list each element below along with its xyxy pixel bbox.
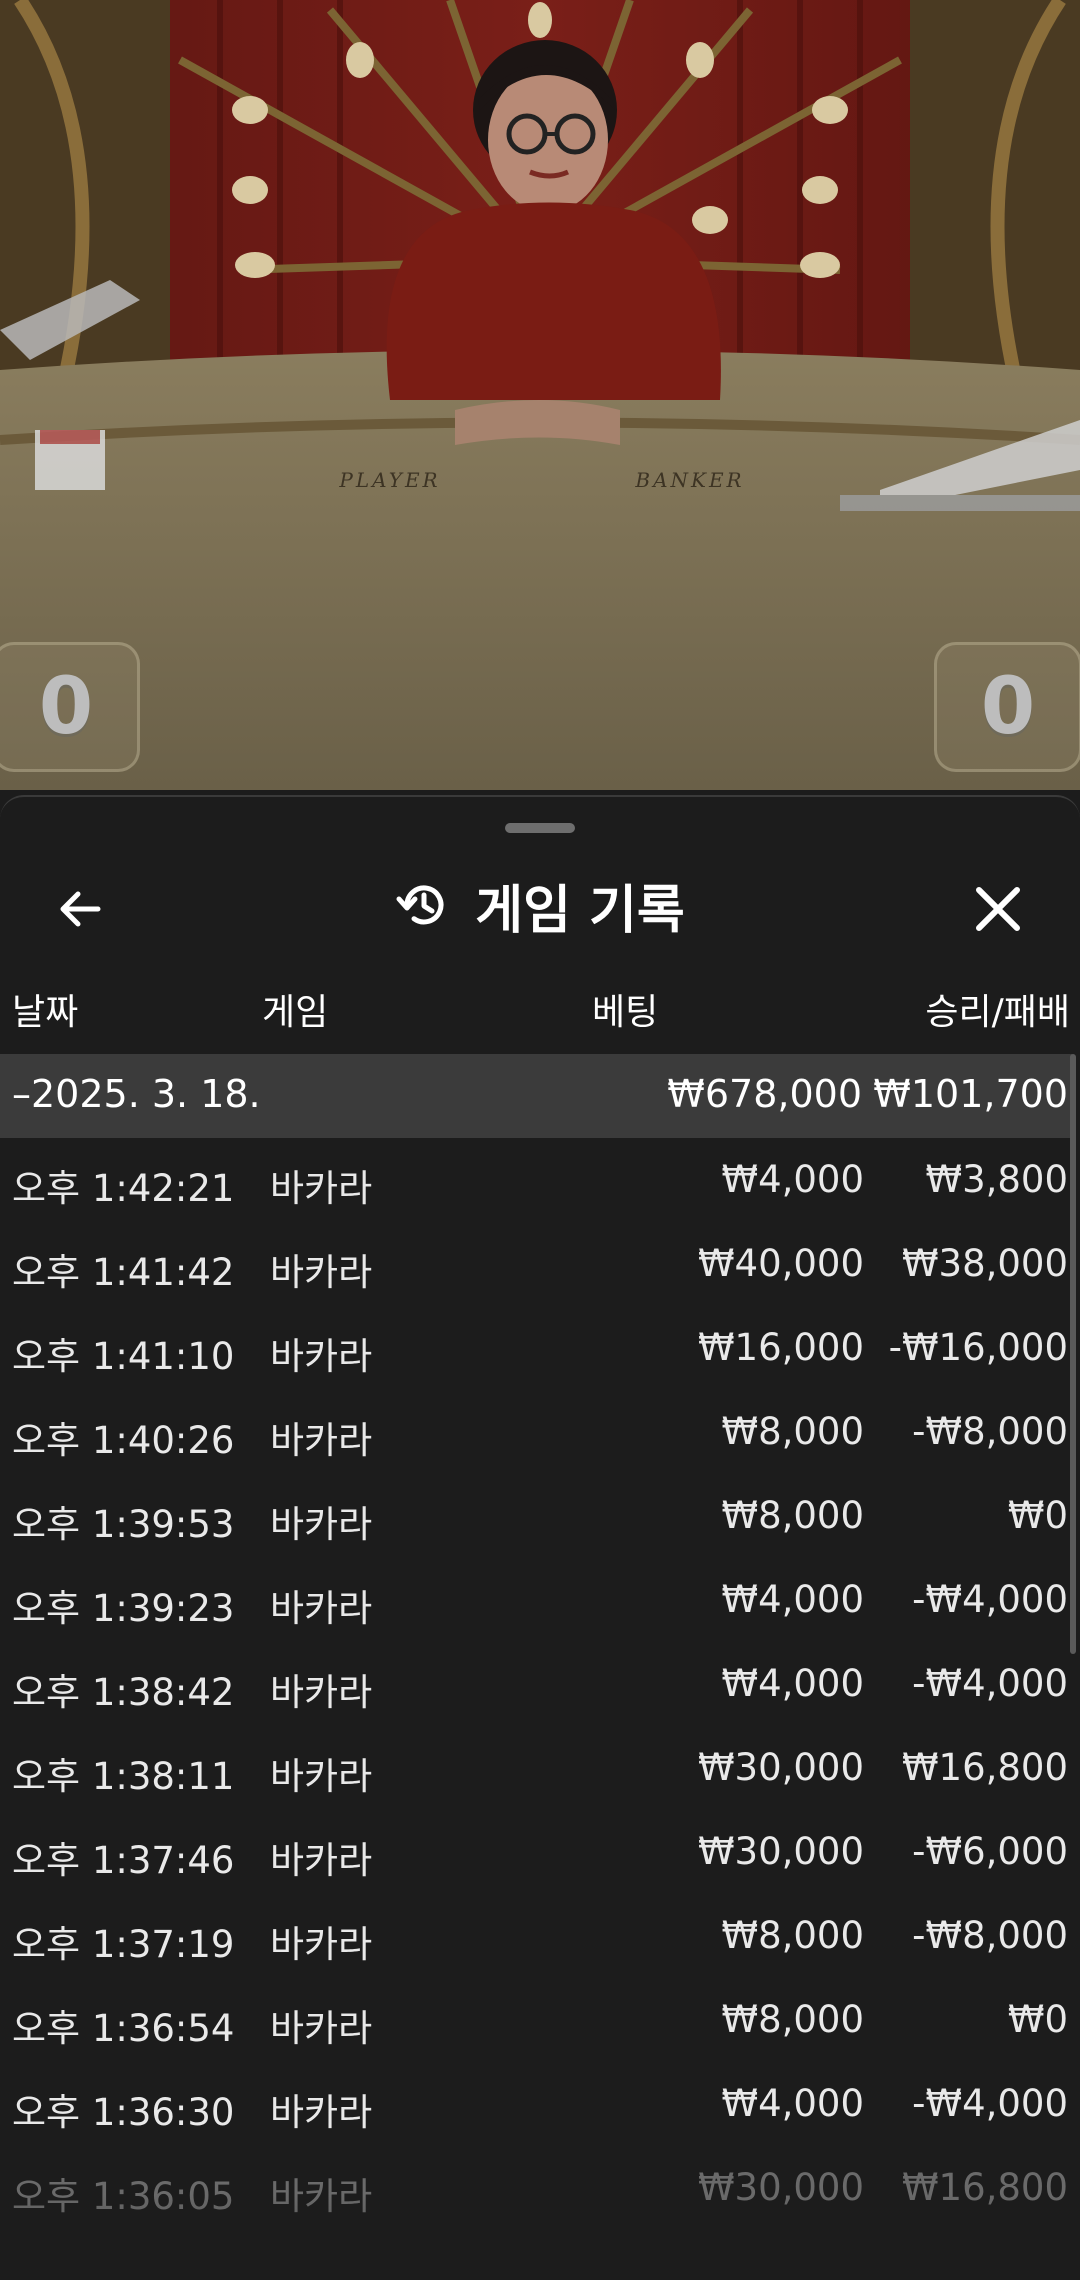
row-game: 바카라 [270,1923,373,1966]
close-icon [976,887,1020,931]
row-time: 오후 1:38:42 [12,1671,235,1714]
row-time: 오후 1:37:19 [12,1923,235,1966]
arrow-left-icon [60,891,101,927]
table-row[interactable]: 오후 1:36:54 바카라 ₩8,000 ₩0 [0,1978,1072,2062]
title-group: 게임 기록 [0,847,1080,957]
row-game: 바카라 [270,1503,373,1546]
row-bet: ₩8,000 [721,1914,864,1957]
table-row[interactable]: 오후 1:40:26 바카라 ₩8,000 -₩8,000 [0,1390,1072,1474]
sheet-header: 게임 기록 [0,847,1080,957]
scrollbar[interactable] [1070,1054,1076,1654]
row-time: 오후 1:42:21 [12,1167,235,1210]
sheet-title: 게임 기록 [475,880,685,941]
row-win-loss: -₩4,000 [912,1578,1068,1621]
row-time: 오후 1:39:23 [12,1587,235,1630]
row-win-loss: ₩0 [1007,1998,1068,2041]
table-row[interactable]: 오후 1:38:11 바카라 ₩30,000 ₩16,800 [0,1726,1072,1810]
group-date: –2025. 3. 18. [12,1072,261,1116]
row-time: 오후 1:36:30 [12,2091,235,2134]
table-row[interactable]: 오후 1:39:53 바카라 ₩8,000 ₩0 [0,1474,1072,1558]
row-game: 바카라 [270,1419,373,1462]
row-bet: ₩30,000 [697,1830,864,1873]
row-time: 오후 1:41:42 [12,1251,235,1294]
row-bet: ₩4,000 [721,2082,864,2125]
table-row[interactable]: 오후 1:37:46 바카라 ₩30,000 -₩6,000 [0,1810,1072,1894]
table-row[interactable]: 오후 1:42:21 바카라 ₩4,000 ₩3,800 [0,1138,1072,1222]
row-time: 오후 1:39:53 [12,1503,235,1546]
banker-area-label: BANKER [634,468,744,492]
player-score: 0 [0,642,140,772]
table-row[interactable]: 오후 1:41:10 바카라 ₩16,000 -₩16,000 [0,1306,1072,1390]
row-win-loss: -₩8,000 [912,1410,1068,1453]
close-button[interactable] [958,869,1038,949]
row-game: 바카라 [270,1251,373,1294]
row-bet: ₩8,000 [721,1410,864,1453]
row-game: 바카라 [270,1839,373,1882]
live-video-feed: PLAYER BANKER 0 0 [0,0,1080,790]
column-header-game: 게임 [262,992,329,1033]
row-win-loss: -₩16,000 [888,1326,1068,1369]
row-game: 바카라 [270,2091,373,2134]
row-win-loss: -₩4,000 [912,2082,1068,2125]
row-game: 바카라 [270,1335,373,1378]
history-table[interactable]: –2025. 3. 18. ₩678,000 ₩101,700 오후 1:42:… [0,1054,1080,2280]
column-header-win-loss: 승리/패배 [925,992,1070,1033]
row-game: 바카라 [270,1587,373,1630]
row-bet: ₩4,000 [721,1158,864,1201]
column-header-bet: 베팅 [592,992,659,1033]
row-bet: ₩4,000 [721,1578,864,1621]
row-bet: ₩40,000 [697,1242,864,1285]
table-row[interactable]: 오후 1:37:19 바카라 ₩8,000 -₩8,000 [0,1894,1072,1978]
row-game: 바카라 [270,1755,373,1798]
row-bet: ₩8,000 [721,1998,864,2041]
row-game: 바카라 [270,1671,373,1714]
row-time: 오후 1:38:11 [12,1755,235,1798]
group-total-win-loss: ₩101,700 [873,1072,1068,1116]
row-time: 오후 1:37:46 [12,1839,235,1882]
row-win-loss: ₩38,000 [901,1242,1068,1285]
group-total-bet: ₩678,000 [667,1072,862,1116]
drag-handle[interactable] [505,823,575,833]
player-area-label: PLAYER [338,468,440,492]
row-bet: ₩16,000 [697,1326,864,1369]
row-win-loss: ₩3,800 [925,1158,1068,1201]
row-time: 오후 1:40:26 [12,1419,235,1462]
row-win-loss: ₩0 [1007,1494,1068,1537]
row-game: 바카라 [270,2007,373,2050]
back-button[interactable] [40,869,120,949]
table-row[interactable]: 오후 1:36:30 바카라 ₩4,000 -₩4,000 [0,2062,1072,2146]
row-win-loss: -₩8,000 [912,1914,1068,1957]
row-win-loss: ₩16,800 [901,1746,1068,1789]
row-bet: ₩4,000 [721,1662,864,1705]
row-game: 바카라 [270,1167,373,1210]
row-bet: ₩8,000 [721,1494,864,1537]
row-time: 오후 1:36:54 [12,2007,235,2050]
table-row[interactable]: 오후 1:39:23 바카라 ₩4,000 -₩4,000 [0,1558,1072,1642]
date-group-row[interactable]: –2025. 3. 18. ₩678,000 ₩101,700 [0,1054,1072,1138]
row-bet: ₩30,000 [697,1746,864,1789]
dealer-scene: PLAYER BANKER [0,0,1080,790]
row-win-loss: -₩6,000 [912,1830,1068,1873]
banker-score: 0 [934,642,1080,772]
history-icon [395,877,451,937]
game-history-sheet: 게임 기록 날짜 게임 베팅 승리/패배 –2025. 3. 18. ₩678,… [0,795,1080,2280]
row-win-loss: -₩4,000 [912,1662,1068,1705]
column-header-date: 날짜 [12,992,79,1033]
scroll-fade [0,2194,1080,2280]
table-row[interactable]: 오후 1:38:42 바카라 ₩4,000 -₩4,000 [0,1642,1072,1726]
row-time: 오후 1:41:10 [12,1335,235,1378]
table-row[interactable]: 오후 1:41:42 바카라 ₩40,000 ₩38,000 [0,1222,1072,1306]
